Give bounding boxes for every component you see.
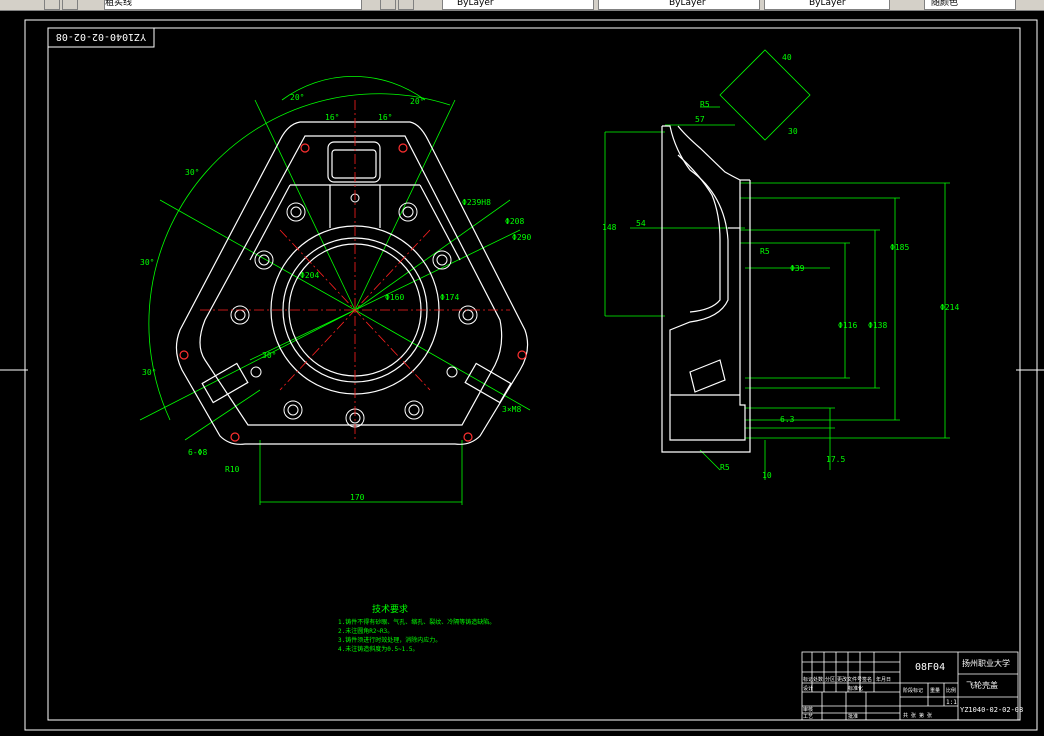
note-item-3: 3.铸件须进行时效处理，消除内应力。: [338, 636, 441, 644]
angle-label-3: 16°: [378, 113, 392, 122]
angle-dimension-arcs: [139, 76, 531, 505]
side-dim-12: Φ214: [940, 303, 959, 312]
side-dim-9: Φ116: [838, 321, 857, 330]
diameter-label-4: Φ204: [300, 271, 319, 280]
make-current-layer-button[interactable]: [380, 0, 396, 10]
side-view: 40 R5 57 30 148 54 R5 Φ39 Φ116 Φ138 Φ185…: [602, 49, 959, 480]
side-dim-4: 30: [788, 127, 798, 136]
diameter-label-3: Φ290: [512, 233, 531, 242]
scale-value: 1:1: [946, 699, 957, 706]
width-label: 170: [350, 493, 365, 502]
tb-row-label-3: 分区: [825, 676, 835, 683]
hole-callout-2: R10: [225, 465, 240, 474]
lineweight-control-value: ByLayer: [809, 0, 846, 8]
tb-row2-label-3: 阶段标记: [903, 687, 923, 694]
side-dim-8: Φ39: [790, 264, 805, 273]
front-outline: [175, 121, 529, 445]
notes-title: 技术要求: [372, 603, 408, 615]
side-dim-16: 17.5: [826, 455, 845, 464]
angle-label-5: 30°: [185, 168, 199, 177]
hole-callout-1: 6-Φ8: [188, 448, 207, 457]
layer-state-button[interactable]: [44, 0, 60, 10]
tb-row-label-1: 标记: [803, 676, 813, 683]
lineweight-control-dropdown[interactable]: ByLayer: [764, 0, 890, 10]
diameter-label-1: Φ239H8: [462, 198, 491, 207]
front-centerlines: [200, 100, 510, 440]
tb-row2-label-5: 比例: [946, 687, 956, 694]
thread-label: 3×M8: [502, 405, 521, 414]
drawing-frame: [24, 19, 1038, 731]
angle-label-6: 30°: [140, 258, 154, 267]
tb-row-label-5: 签名: [862, 676, 872, 683]
angle-label-7: 30°: [142, 368, 156, 377]
rotated-code-box: YZ1040-02-02-08: [47, 27, 155, 48]
note-item-4: 4.未注铸造斜度为0.5~1.5。: [338, 645, 419, 653]
side-dim-7: R5: [760, 247, 770, 256]
layer-freeze-icon[interactable]: [62, 0, 78, 10]
side-dim-1: 40: [782, 53, 792, 62]
technical-notes: 技术要求 1.铸件不得有砂眼、气孔、缩孔、裂纹、冷隔等铸造缺陷。 2.未注圆角R…: [338, 603, 495, 653]
side-dim-3: 57: [695, 115, 705, 124]
tb-row2-label-2: 标准化: [848, 685, 863, 692]
rotated-code-text: YZ1040-02-02-08: [56, 31, 146, 42]
color-control-dropdown[interactable]: ByLayer: [442, 0, 594, 10]
side-outline: [661, 125, 751, 453]
angle-label-4: 20°: [410, 97, 424, 106]
tb-row2-label-1: 设计: [803, 685, 813, 692]
note-item-2: 2.未注圆角R2~R3。: [338, 627, 393, 635]
side-dim-14: R5: [720, 463, 730, 472]
side-dim-15: 10: [762, 471, 772, 480]
tb-row3-label-3: 批准: [848, 713, 858, 720]
material-text: 08F04: [915, 662, 945, 673]
tb-row-label-4: 更改文件号: [837, 676, 862, 683]
part-name: 飞轮壳盖: [966, 680, 998, 690]
drawing-canvas[interactable]: YZ1040-02-02-08 20° 16° 16° 20° 30° 30° …: [0, 11, 1044, 736]
angle-label-8: 30°: [262, 351, 276, 360]
tb-row3-label-2: 工艺: [803, 714, 813, 720]
tb-row-label-6: 年月日: [876, 676, 891, 683]
diameter-label-6: Φ174: [440, 293, 459, 302]
diameter-label-2: Φ208: [505, 217, 524, 226]
tb-row-label-2: 处数: [813, 676, 823, 683]
color-control-value: ByLayer: [457, 0, 494, 8]
properties-toolbar: 粗实线 ByLayer ByLayer ByLayer 随颜色: [0, 0, 1044, 11]
dowel-holes: [179, 143, 527, 442]
plotstyle-control-value: 随颜色: [931, 0, 959, 8]
diameter-label-5: Φ160: [385, 293, 404, 302]
angle-label-1: 20°: [290, 93, 304, 102]
drawing-number: YZ1040-02-02-08: [960, 706, 1023, 714]
layer-name-value: 粗实线: [105, 0, 133, 8]
side-dim-2: R5: [700, 100, 710, 109]
plotstyle-control-dropdown[interactable]: 随颜色: [924, 0, 1016, 10]
tb-row2-label-4: 重量: [930, 687, 940, 694]
angle-label-2: 16°: [325, 113, 339, 122]
side-dim-13: 6.3: [780, 415, 795, 424]
title-block: 标记 处数 分区 更改文件号 签名 年月日 设计 标准化 阶段标记 重量 比例 …: [801, 651, 1023, 721]
linetype-control-value: ByLayer: [669, 0, 706, 8]
layer-previous-button[interactable]: [398, 0, 414, 10]
side-dim-11: Φ185: [890, 243, 909, 252]
front-view: 20° 16° 16° 20° 30° 30° 30° 30° Φ239H8 Φ…: [139, 76, 531, 505]
layer-dropdown[interactable]: 粗实线: [104, 0, 362, 10]
tb-sheet-count: 共 张 第 张: [903, 712, 932, 719]
note-item-1: 1.铸件不得有砂眼、气孔、缩孔、裂纹、冷隔等铸造缺陷。: [338, 618, 495, 626]
side-dim-10: Φ138: [868, 321, 887, 330]
school-name: 扬州职业大学: [962, 658, 1010, 668]
side-dimensions: [604, 49, 950, 480]
side-dim-6: 54: [636, 219, 646, 228]
tb-row3-label-1: 审核: [803, 706, 813, 713]
linetype-control-dropdown[interactable]: ByLayer: [598, 0, 760, 10]
side-dim-5: 148: [602, 223, 617, 232]
